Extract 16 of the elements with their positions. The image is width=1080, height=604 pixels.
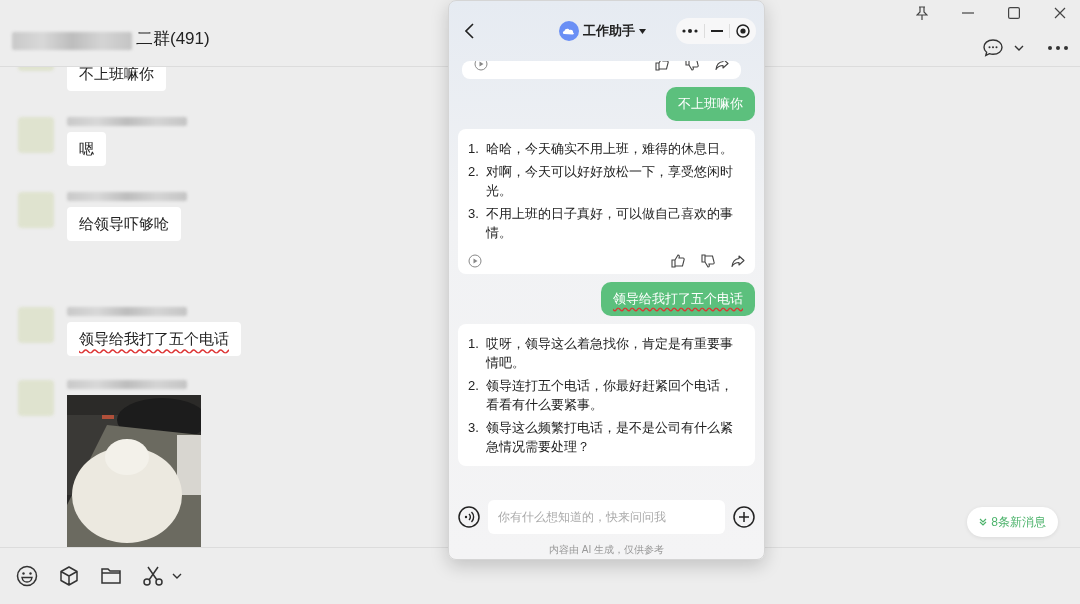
reply-item: 2. 对啊，今天可以好好放松一下，享受悠闲时光。 <box>468 163 734 200</box>
message-bubble: 给领导吓够呛 <box>67 207 181 241</box>
message-bubble: 不上班嘛你 <box>67 67 166 91</box>
chat-title: 二群(491) <box>136 28 210 50</box>
user-message-bubble: 领导给我打了五个电话 <box>601 282 755 316</box>
reply-item: 1. 哎呀，领导这么着急找你，肯定是有重要事情吧。 <box>468 335 734 372</box>
question-input-field[interactable]: 你有什么想知道的，快来问问我 <box>488 500 725 534</box>
assistant-title[interactable]: 工作助手 <box>583 21 635 41</box>
message-bubble: 嗯 <box>67 132 106 166</box>
reply-item: 1. 哈哈，今天确实不用上班，难得的休息日。 <box>468 140 734 158</box>
ai-disclaimer: 内容由 AI 生成，仅供参考 <box>549 544 664 555</box>
reply-item: 2. 领导连打五个电话，你最好赶紧回个电话，看看有什么要紧事。 <box>468 377 734 414</box>
reply-item: 3. 不用上班的日子真好，可以做自己喜欢的事情。 <box>468 205 734 242</box>
message-bubble: 领导给我打了五个电话 <box>67 322 241 356</box>
reply-item: 3. 领导这么频繁打电话，是不是公司有什么紧急情况需要处理？ <box>468 419 734 456</box>
user-message-bubble: 不上班嘛你 <box>666 87 755 121</box>
